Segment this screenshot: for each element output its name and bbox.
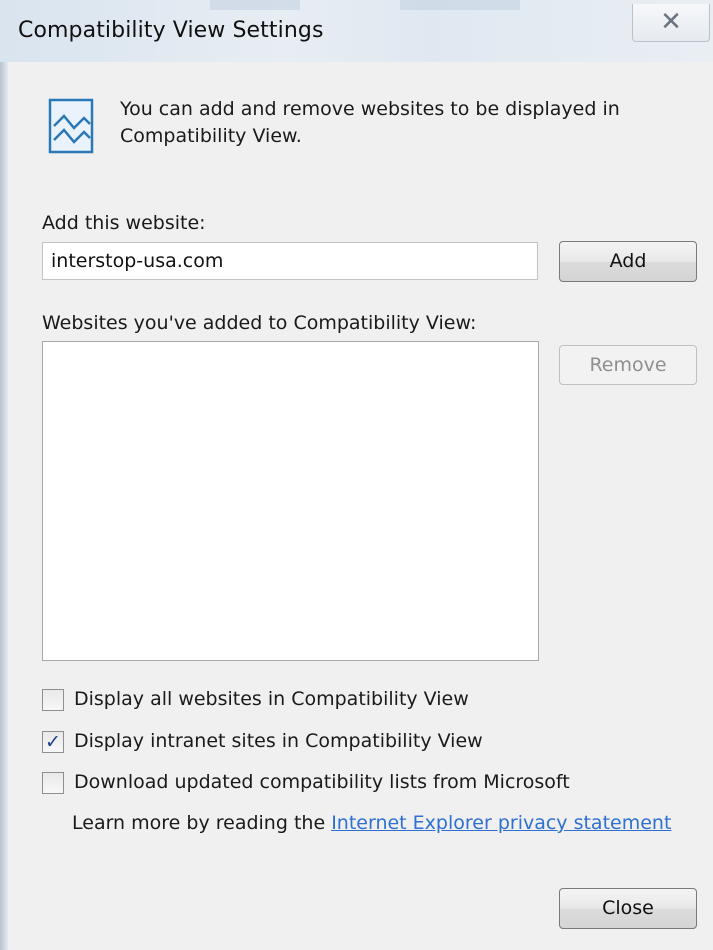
add-button[interactable]: Add: [559, 241, 697, 282]
compatibility-view-settings-dialog: Compatibility View Settings ✕ You can ad…: [0, 0, 713, 950]
title-bar: Compatibility View Settings ✕: [0, 0, 713, 62]
close-button[interactable]: Close: [559, 888, 697, 929]
add-website-label: Add this website:: [42, 212, 206, 234]
display-all-websites-checkbox[interactable]: [42, 689, 64, 711]
close-icon[interactable]: ✕: [632, 4, 710, 42]
download-updated-lists-checkbox[interactable]: [42, 772, 64, 794]
dialog-title: Compatibility View Settings: [18, 18, 324, 43]
download-updated-lists-label: Download updated compatibility lists fro…: [74, 771, 570, 793]
learn-more-prefix: Learn more by reading the: [72, 812, 326, 834]
privacy-statement-link[interactable]: Internet Explorer privacy statement: [331, 812, 671, 834]
window-frame-edge: [0, 62, 8, 950]
display-intranet-sites-checkbox[interactable]: ✓: [42, 731, 64, 753]
checkmark-icon: ✓: [45, 731, 61, 753]
added-websites-list[interactable]: [42, 341, 539, 661]
add-website-input[interactable]: [42, 242, 538, 280]
info-text: You can add and remove websites to be di…: [120, 98, 620, 147]
display-all-websites-label: Display all websites in Compatibility Vi…: [74, 688, 469, 710]
added-websites-label: Websites you've added to Compatibility V…: [42, 312, 477, 334]
learn-more-text: Learn more by reading the Internet Explo…: [72, 812, 671, 834]
remove-button[interactable]: Remove: [559, 345, 697, 385]
title-bar-background: [400, 0, 520, 10]
title-bar-background: [210, 0, 300, 10]
compatibility-view-icon: [48, 98, 94, 154]
display-intranet-sites-label: Display intranet sites in Compatibility …: [74, 730, 483, 752]
